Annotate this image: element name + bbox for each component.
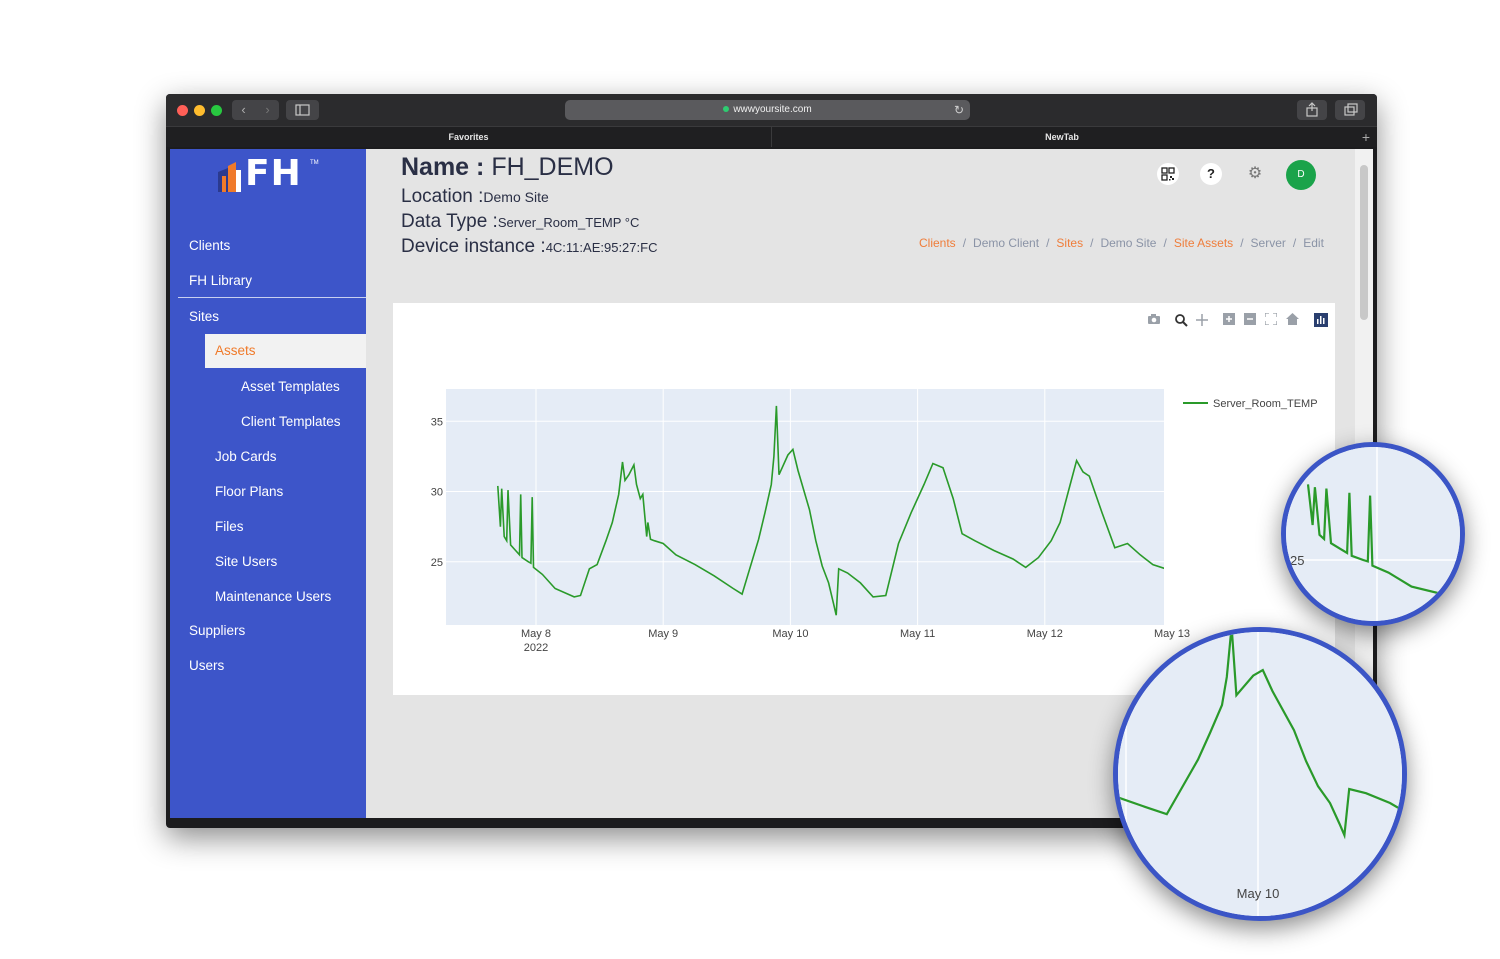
temperature-line-chart[interactable]: May 8 May 9 May 10 May 11 May 12 May 13 2022 25… [393, 303, 1335, 695]
breadcrumb-separator: / [962, 236, 967, 250]
logo-wordmark: FH [245, 153, 302, 194]
breadcrumb-separator: / [1292, 236, 1297, 250]
browser-titlebar: ‹ › wwwyoursite.com ↻ [166, 94, 1377, 126]
datatype-line: Data Type :Server_Room_TEMP °C [401, 211, 639, 233]
breadcrumb-separator: / [1163, 236, 1167, 250]
zoom-lens-may10-chart: May 10 [1118, 632, 1402, 916]
fh-logo[interactable]: FH TM [218, 153, 328, 195]
secure-lock-icon [723, 106, 730, 113]
sidebar-divider [178, 297, 366, 298]
scrollbar-thumb[interactable] [1360, 165, 1368, 320]
breadcrumb-demo-client[interactable]: Demo Client [973, 236, 1039, 250]
url-text: wwwyoursite.com [733, 104, 812, 115]
tab-bar: Favorites NewTab + [166, 126, 1377, 147]
name-label: Name : [401, 153, 485, 181]
sidebar-item-maintenance-users[interactable]: Maintenance Users [215, 589, 331, 604]
y-tick-label: 35 [431, 416, 443, 428]
qr-code-icon[interactable] [1157, 163, 1179, 185]
x-tick-label: May 12 [1027, 628, 1063, 640]
tabs-overview-icon[interactable] [1335, 100, 1365, 120]
lens-plot-area [1286, 447, 1460, 621]
lens-y-tick-label: 25 [1290, 553, 1304, 568]
breadcrumb-site-assets[interactable]: Site Assets [1174, 236, 1233, 250]
tab-favorites[interactable]: Favorites [166, 127, 772, 147]
sidebar-item-fh-library[interactable]: FH Library [189, 273, 252, 288]
sidebar-item-assets[interactable]: Assets [205, 334, 366, 368]
y-tick-label: 25 [431, 557, 443, 569]
sidebar-item-asset-templates[interactable]: Asset Templates [241, 379, 340, 394]
close-window-button[interactable] [177, 105, 188, 116]
maximize-window-button[interactable] [211, 105, 222, 116]
sidebar-item-job-cards[interactable]: Job Cards [215, 449, 277, 464]
back-icon[interactable]: ‹ [232, 100, 255, 120]
building-logo-icon [218, 162, 241, 192]
sidebar-item-clients[interactable]: Clients [189, 238, 230, 253]
device-value: 4C:11:AE:95:27:FC [545, 240, 658, 255]
sidebar-item-files[interactable]: Files [215, 519, 244, 534]
sidebar-item-sites[interactable]: Sites [189, 309, 219, 324]
device-label: Device instance : [401, 236, 546, 257]
plot-area [446, 389, 1164, 625]
zoom-lens-may10: May 10 [1113, 627, 1407, 921]
x-tick-label: May 11 [900, 628, 935, 640]
breadcrumb-separator: / [1240, 236, 1244, 250]
sidebar-item-site-users[interactable]: Site Users [215, 554, 277, 569]
help-icon[interactable]: ? [1200, 163, 1222, 185]
settings-gear-icon[interactable]: ⚙ [1244, 163, 1266, 185]
sidebar-toggle-icon[interactable] [286, 100, 319, 120]
minimize-window-button[interactable] [194, 105, 205, 116]
share-icon[interactable] [1297, 100, 1327, 120]
sidebar-item-floor-plans[interactable]: Floor Plans [215, 484, 283, 499]
new-tab-button[interactable]: + [1356, 127, 1376, 147]
location-value: Demo Site [483, 189, 549, 205]
y-tick-label: 30 [431, 487, 443, 499]
x-tick-label: May 8 [521, 628, 551, 640]
location-label: Location : [401, 186, 484, 207]
zoom-lens-early-chart: 25 [1286, 447, 1460, 621]
x-tick-year-label: 2022 [524, 642, 548, 654]
legend-label: Server_Room_TEMP [1213, 398, 1318, 410]
sidebar-item-client-templates[interactable]: Client Templates [241, 414, 341, 429]
asset-name-line: Name : FH_DEMO [401, 153, 614, 182]
name-value: FH_DEMO [491, 153, 614, 181]
location-line: Location :Demo Site [401, 186, 549, 208]
datatype-value: Server_Room_TEMP °C [497, 215, 640, 230]
breadcrumb-demo-site[interactable]: Demo Site [1100, 236, 1156, 250]
breadcrumb-separator: / [1046, 236, 1050, 250]
logo-trademark: TM [310, 160, 319, 166]
sidebar-item-users[interactable]: Users [189, 658, 224, 673]
breadcrumb-clients[interactable]: Clients [919, 236, 956, 250]
x-tick-label: May 13 [1154, 628, 1190, 640]
breadcrumb-separator: / [1090, 236, 1094, 250]
sidebar: FH TM Clients FH Library Sites Assets As… [170, 149, 366, 818]
forward-icon[interactable]: › [256, 100, 279, 120]
device-line: Device instance :4C:11:AE:95:27:FC [401, 236, 657, 258]
x-tick-label: May 9 [648, 628, 678, 640]
breadcrumb-server[interactable]: Server [1251, 236, 1286, 250]
breadcrumb-edit[interactable]: Edit [1303, 236, 1324, 250]
lens-plot-area [1118, 632, 1402, 916]
sidebar-item-suppliers[interactable]: Suppliers [189, 623, 245, 638]
chart-card: May 8 May 9 May 10 May 11 May 12 May 13 2022 25… [393, 303, 1335, 695]
breadcrumb: Clients / Demo Client / Sites / Demo Site / Site… [919, 236, 1324, 250]
address-bar[interactable]: wwwyoursite.com ↻ [565, 100, 970, 120]
history-nav-group: ‹ › [232, 100, 279, 120]
reload-icon[interactable]: ↻ [954, 100, 964, 120]
breadcrumb-sites[interactable]: Sites [1056, 236, 1083, 250]
x-tick-label: May 10 [772, 628, 808, 640]
lens-x-tick-label: May 10 [1237, 886, 1280, 901]
tab-newtab[interactable]: NewTab [772, 127, 1352, 147]
user-avatar[interactable]: D [1286, 160, 1316, 190]
datatype-label: Data Type : [401, 211, 498, 232]
zoom-lens-early: 25 [1281, 442, 1465, 626]
